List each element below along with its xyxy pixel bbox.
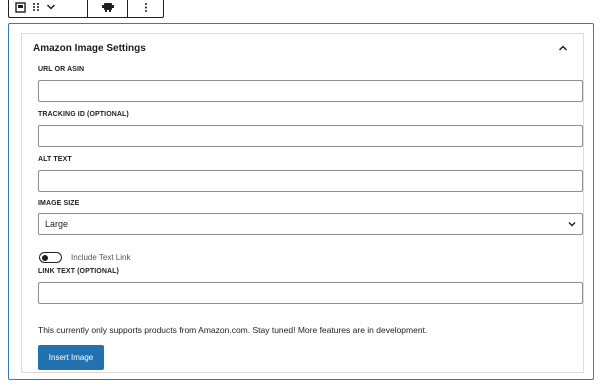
toolbar-group-type (88, 0, 128, 17)
toolbar-group-block (9, 0, 88, 17)
alt-text-input[interactable] (38, 170, 583, 192)
support-note: This currently only supports products fr… (38, 325, 428, 335)
alt-text-label: ALT TEXT (38, 156, 72, 163)
block-type-icon[interactable] (15, 1, 26, 13)
drag-handle-icon[interactable] (32, 2, 40, 12)
chevron-down-icon[interactable] (46, 3, 56, 11)
url-label: URL OR ASIN (38, 66, 85, 73)
amazon-image-block[interactable]: Amazon Image Settings URL OR ASIN TRACKI… (8, 23, 594, 380)
chevron-down-icon (568, 219, 576, 229)
link-text-input[interactable] (38, 282, 583, 304)
text-link-toggle[interactable] (39, 252, 62, 263)
chevron-up-icon[interactable] (555, 40, 571, 56)
panel-header[interactable]: Amazon Image Settings (22, 34, 583, 62)
tracking-input[interactable] (38, 125, 583, 147)
link-text-label: LINK TEXT (OPTIONAL) (38, 268, 119, 275)
insert-image-button[interactable]: Insert Image (38, 345, 104, 370)
settings-panel: Amazon Image Settings URL OR ASIN TRACKI… (21, 33, 584, 373)
url-input[interactable] (38, 80, 583, 102)
amazon-block-icon[interactable] (101, 2, 114, 13)
tracking-label: TRACKING ID (OPTIONAL) (38, 111, 129, 118)
image-size-value: Large (45, 219, 69, 229)
panel-title: Amazon Image Settings (33, 42, 146, 54)
block-toolbar (8, 0, 164, 18)
image-size-select[interactable]: Large (38, 213, 583, 235)
text-link-toggle-label[interactable]: Include Text Link (71, 253, 130, 262)
toggle-knob (42, 255, 48, 261)
toolbar-group-more (128, 0, 163, 17)
text-link-toggle-row: Include Text Link (39, 252, 130, 263)
image-size-label: IMAGE SIZE (38, 200, 80, 207)
more-options-icon[interactable] (144, 2, 148, 13)
